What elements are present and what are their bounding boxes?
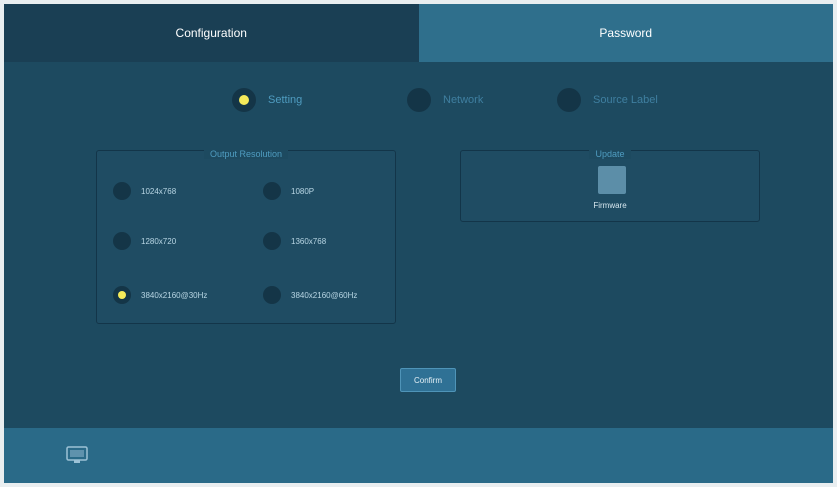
resolution-label: 1280x720 bbox=[141, 236, 177, 246]
update-title-text: Update bbox=[589, 149, 631, 159]
resolution-label: 1080P bbox=[291, 186, 315, 196]
subtab-network-radio[interactable] bbox=[407, 88, 431, 112]
subtab-setting-radio[interactable] bbox=[232, 88, 256, 112]
resolution-label: 1360x768 bbox=[291, 236, 327, 246]
resolution-radio[interactable] bbox=[113, 232, 131, 250]
resolution-option-1024x768[interactable]: 1024x768 bbox=[113, 182, 176, 200]
subtab-source-label-label: Source Label bbox=[593, 94, 658, 106]
subtab-source-label[interactable]: Source Label bbox=[557, 88, 658, 112]
resolution-option-1360x768[interactable]: 1360x768 bbox=[263, 232, 326, 250]
settings-panel: Configuration Password Setting Network S… bbox=[4, 4, 833, 483]
confirm-button[interactable]: Confirm bbox=[400, 368, 456, 392]
subtab-network-label: Network bbox=[443, 94, 484, 106]
resolution-radio[interactable] bbox=[113, 182, 131, 200]
resolution-option-3840x2160-60hz[interactable]: 3840x2160@60Hz bbox=[263, 286, 357, 304]
resolution-radio[interactable] bbox=[263, 232, 281, 250]
resolution-option-1280x720[interactable]: 1280x720 bbox=[113, 232, 176, 250]
tab-bar: Configuration Password bbox=[4, 4, 833, 62]
resolution-label: 3840x2160@30Hz bbox=[141, 290, 208, 300]
subtab-setting[interactable]: Setting bbox=[232, 88, 302, 112]
update-group: Update Firmware bbox=[460, 149, 760, 222]
subtab-network[interactable]: Network bbox=[407, 88, 483, 112]
update-title: Update bbox=[461, 144, 759, 162]
firmware-label: Firmware bbox=[593, 201, 627, 210]
radio-selected-dot bbox=[239, 95, 249, 105]
subtab-row: Setting Network Source Label bbox=[4, 88, 833, 112]
tab-password-label: Password bbox=[599, 26, 653, 40]
output-resolution-title: Output Resolution bbox=[97, 144, 395, 162]
tab-configuration[interactable]: Configuration bbox=[4, 4, 419, 62]
footer-bar bbox=[4, 428, 833, 483]
resolution-option-1080p[interactable]: 1080P bbox=[263, 182, 314, 200]
resolution-radio[interactable] bbox=[113, 286, 131, 304]
display-icon[interactable] bbox=[66, 446, 88, 464]
subtab-setting-label: Setting bbox=[268, 94, 303, 106]
output-resolution-group: Output Resolution 1024x768 1080P 1280x72… bbox=[96, 149, 396, 324]
tab-password[interactable]: Password bbox=[418, 4, 833, 62]
radio-selected-dot bbox=[118, 291, 126, 299]
resolution-radio[interactable] bbox=[263, 182, 281, 200]
subtab-source-label-radio[interactable] bbox=[557, 88, 581, 112]
resolution-label: 3840x2160@60Hz bbox=[291, 290, 358, 300]
resolution-radio[interactable] bbox=[263, 286, 281, 304]
resolution-option-3840x2160-30hz[interactable]: 3840x2160@30Hz bbox=[113, 286, 207, 304]
resolution-label: 1024x768 bbox=[141, 186, 177, 196]
tab-configuration-label: Configuration bbox=[175, 26, 247, 40]
output-resolution-title-text: Output Resolution bbox=[203, 149, 289, 159]
firmware-update-button[interactable] bbox=[598, 166, 626, 194]
